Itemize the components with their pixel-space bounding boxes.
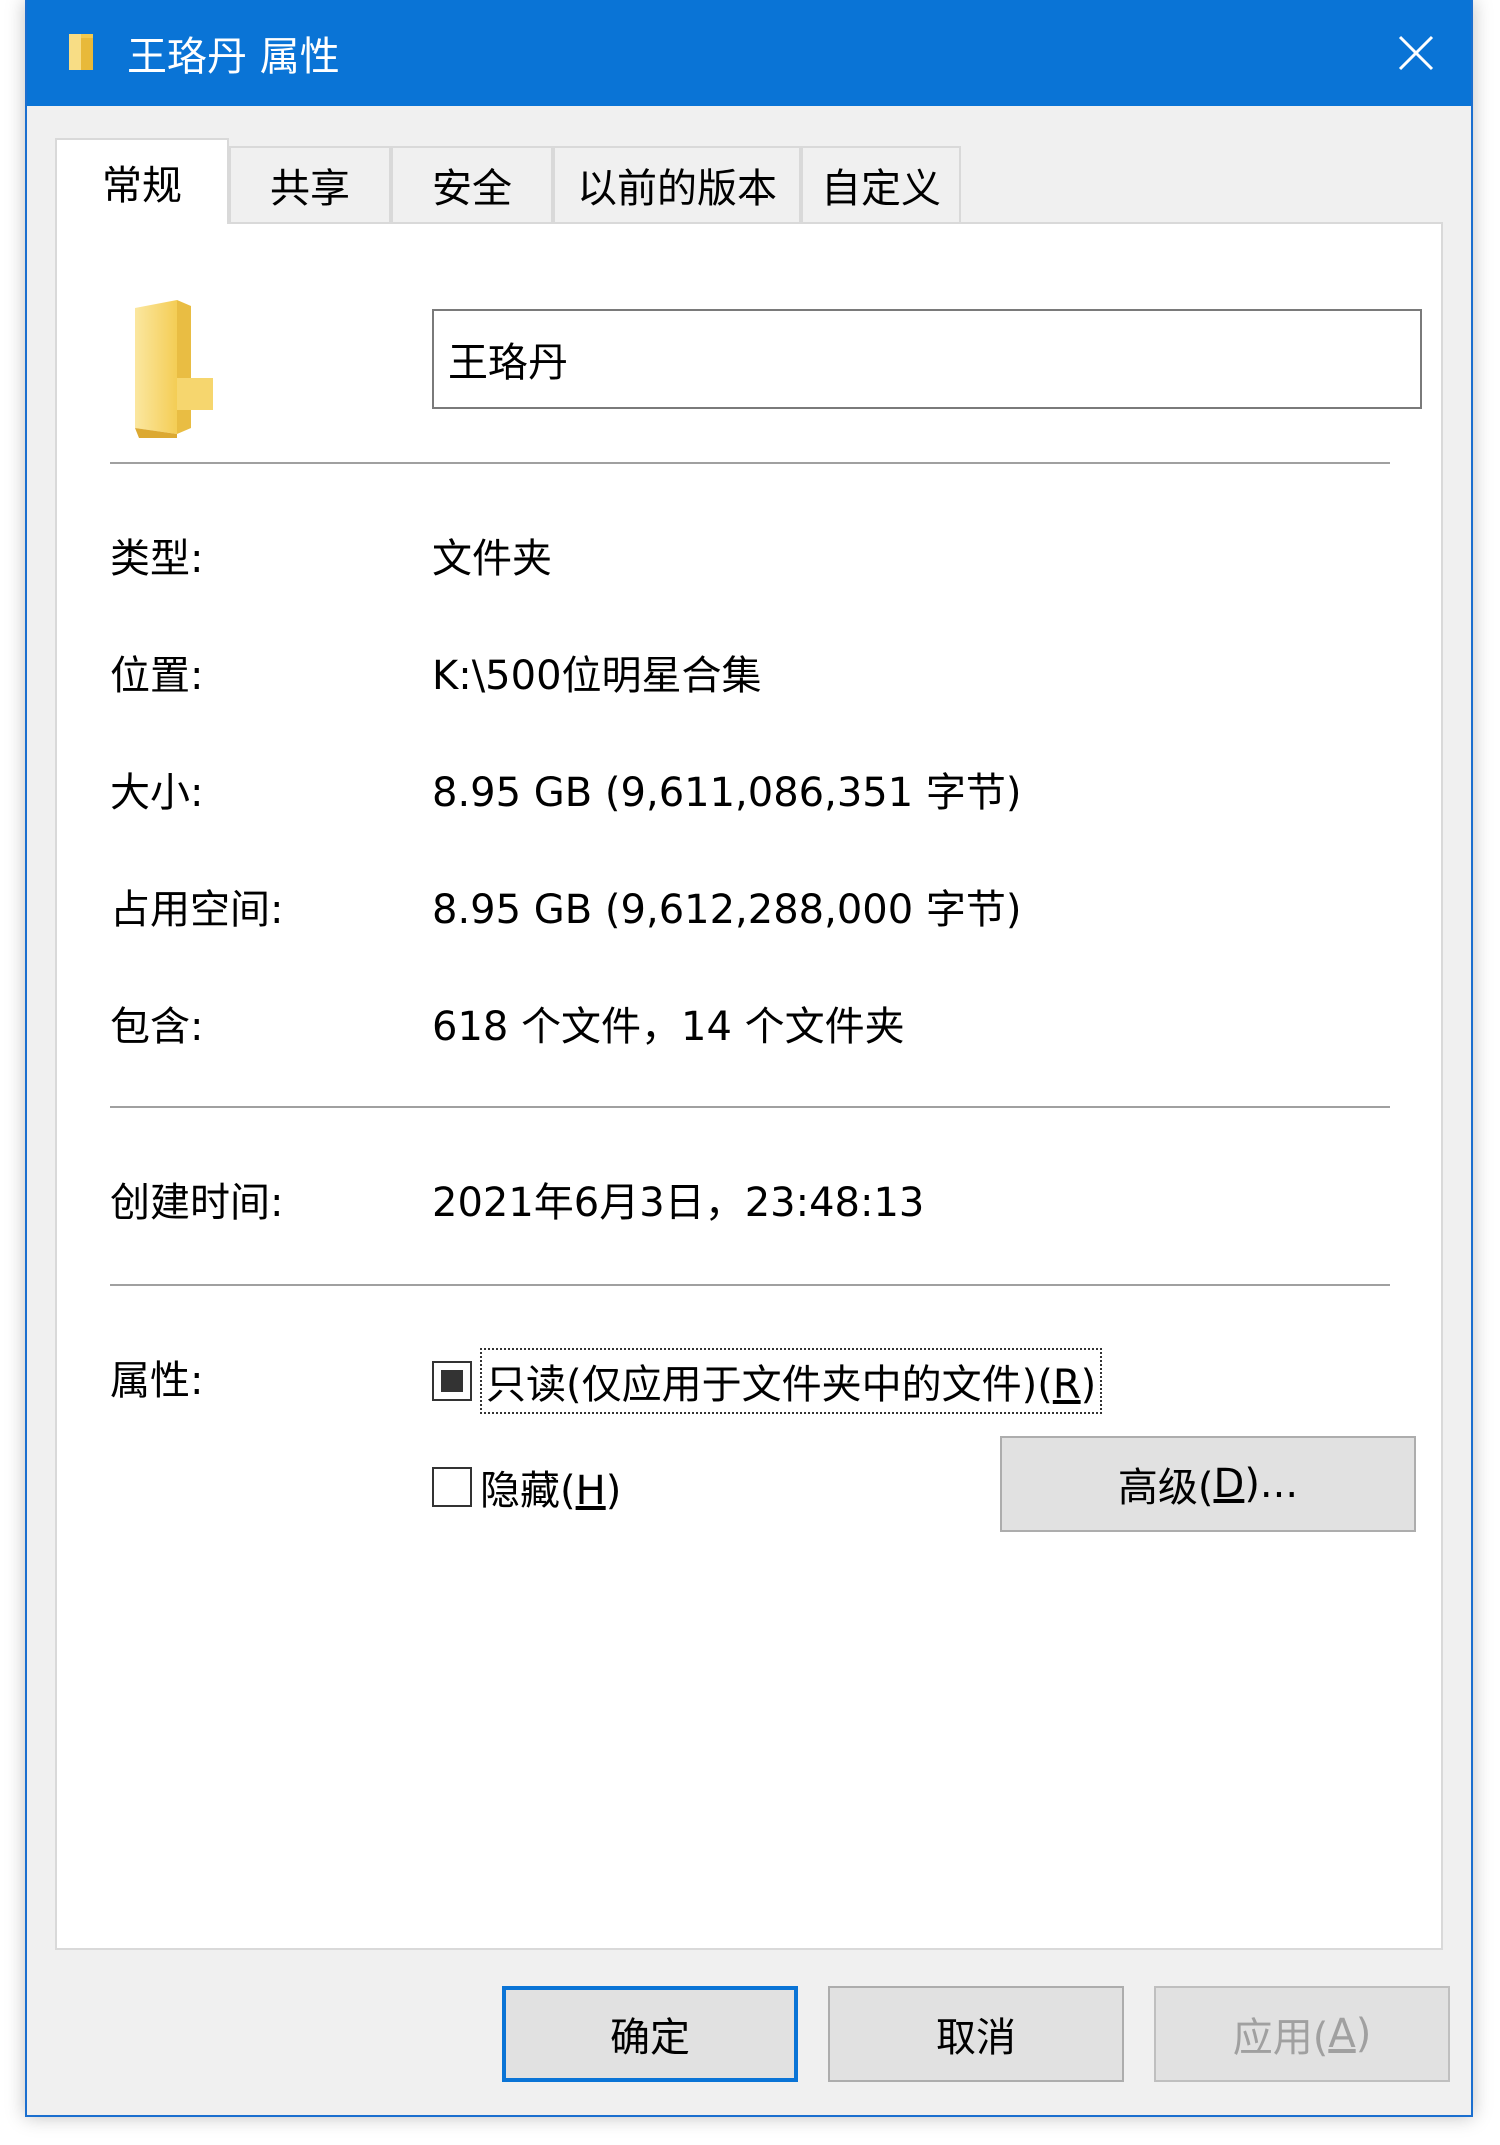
readonly-label: 只读(仅应用于文件夹中的文件)(R): [480, 1348, 1103, 1414]
tab-label: 共享: [270, 166, 350, 212]
hidden-checkbox-row[interactable]: 隐藏(H): [432, 1458, 621, 1516]
divider: [110, 1284, 1390, 1286]
tab-general[interactable]: 常规: [55, 138, 229, 224]
location-value: K:\500位明星合集: [432, 653, 762, 699]
disk-size-label: 占用空间:: [110, 887, 284, 933]
window-title: 王珞丹 属性: [127, 34, 340, 80]
tab-label: 自定义: [821, 166, 941, 212]
advanced-button[interactable]: 高级(D)...: [1000, 1436, 1416, 1532]
close-button[interactable]: [1361, 0, 1471, 106]
location-label: 位置:: [110, 653, 204, 699]
ok-button[interactable]: 确定: [502, 1986, 798, 2082]
general-panel: 类型: 文件夹 位置: K:\500位明星合集 大小: 8.95 GB (9,6…: [55, 222, 1443, 1950]
hidden-label: 隐藏(H): [480, 1468, 622, 1514]
tab-label: 安全: [432, 166, 512, 212]
readonly-checkbox[interactable]: [432, 1361, 472, 1401]
created-label: 创建时间:: [110, 1180, 284, 1226]
folder-icon: [135, 300, 213, 438]
folder-icon: [69, 34, 93, 70]
size-value: 8.95 GB (9,611,086,351 字节): [432, 770, 1022, 816]
hidden-checkbox[interactable]: [432, 1467, 472, 1507]
properties-dialog: 王珞丹 属性 常规 共享 安全 以前的版本 自定义 王珞丹 类型: 文件夹 位置…: [25, 0, 1473, 2117]
created-value: 2021年6月3日，23:48:13: [432, 1180, 925, 1226]
type-label: 类型:: [110, 536, 204, 582]
readonly-checkbox-row[interactable]: 只读(仅应用于文件夹中的文件)(R): [432, 1348, 1103, 1414]
tab-security[interactable]: 安全: [391, 146, 553, 222]
attributes-label: 属性:: [110, 1358, 204, 1404]
size-label: 大小:: [110, 770, 204, 816]
tab-label: 以前的版本: [577, 166, 777, 212]
title-bar[interactable]: 王珞丹 属性: [27, 0, 1471, 106]
tab-sharing[interactable]: 共享: [229, 146, 391, 222]
divider: [110, 462, 1390, 464]
tab-label: 常规: [102, 163, 182, 209]
cancel-button[interactable]: 取消: [828, 1986, 1124, 2082]
tab-previous-versions[interactable]: 以前的版本: [553, 146, 801, 222]
divider: [110, 1106, 1390, 1108]
folder-name-input[interactable]: [432, 309, 1422, 409]
contains-value: 618 个文件，14 个文件夹: [432, 1004, 905, 1050]
tab-customize[interactable]: 自定义: [801, 146, 961, 222]
disk-size-value: 8.95 GB (9,612,288,000 字节): [432, 887, 1022, 933]
contains-label: 包含:: [110, 1004, 204, 1050]
close-icon: [1398, 35, 1434, 71]
type-value: 文件夹: [432, 536, 552, 582]
apply-button[interactable]: 应用(A): [1154, 1986, 1450, 2082]
